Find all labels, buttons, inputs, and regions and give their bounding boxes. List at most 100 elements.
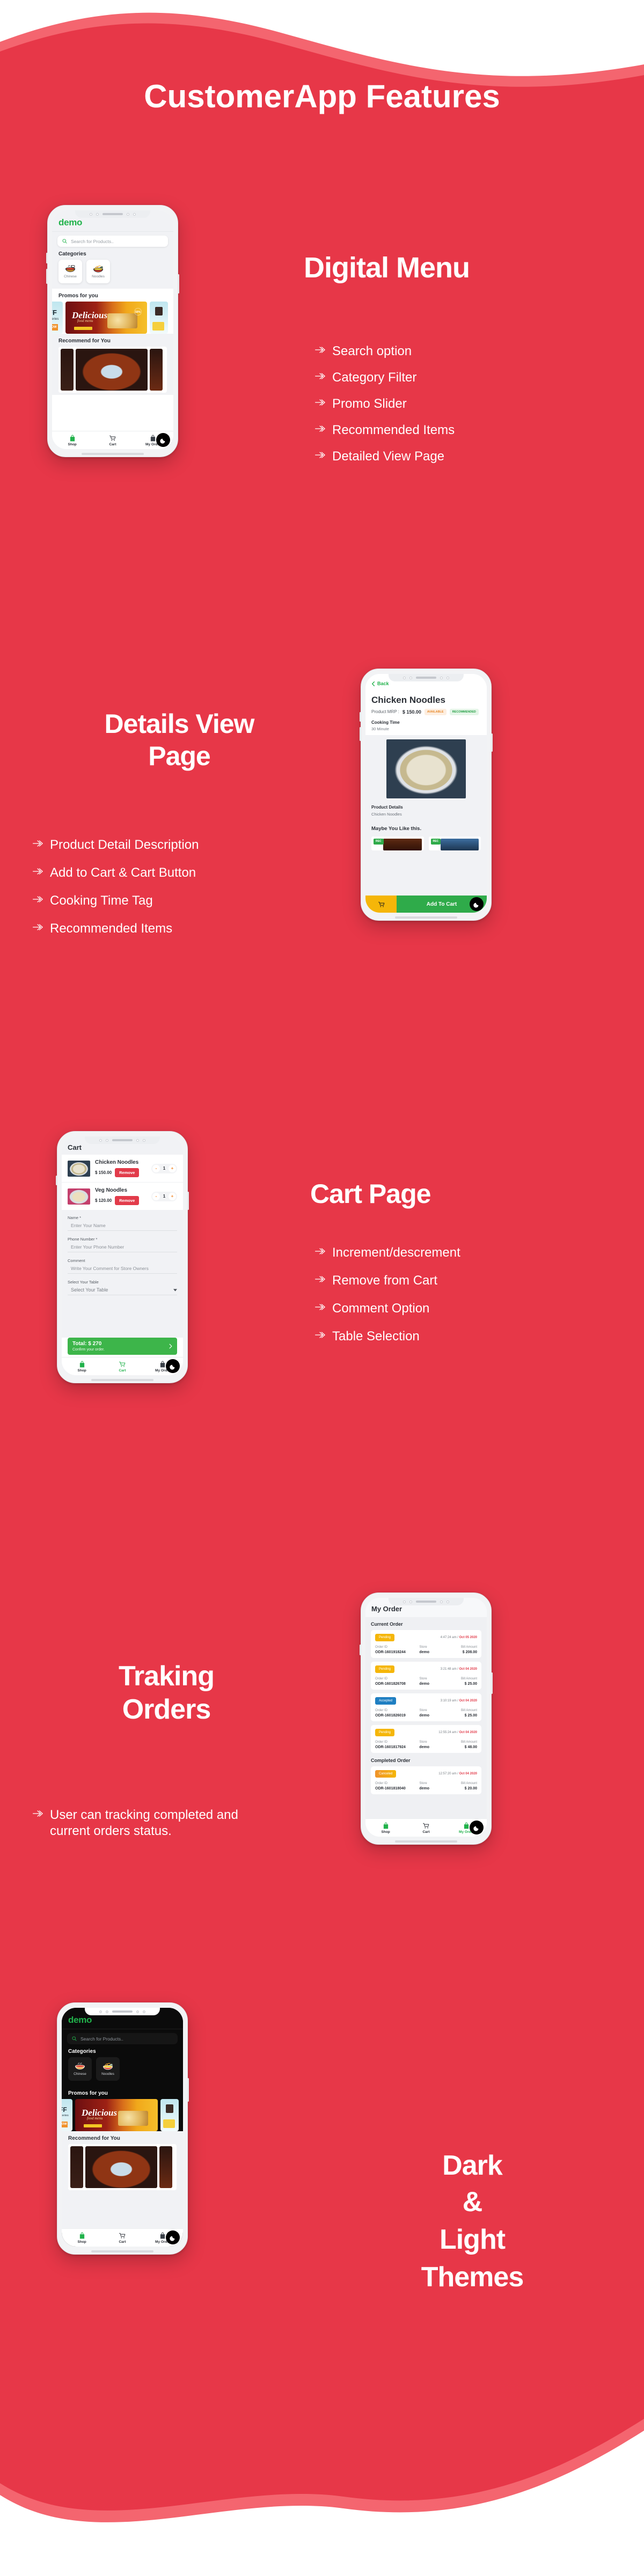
recommended-items-list[interactable] (58, 349, 167, 391)
promo-card-main[interactable]: Delicious food menu 50% (65, 302, 147, 334)
product-image (386, 739, 466, 798)
order-time: 3:21:48 am (440, 1668, 457, 1671)
quantity-stepper[interactable]: - 1 + (151, 1191, 177, 1201)
order-card[interactable]: Pending 4:47:24 am / Oct 05 2020 Order I… (371, 1630, 481, 1658)
shopping-bag-icon (70, 435, 75, 441)
section-title-themes-line1: Dark (442, 2150, 503, 2181)
cart-icon (119, 2233, 126, 2238)
comment-field[interactable]: Write Your Comment for Store Owners (68, 1263, 177, 1274)
promo-banner-sub: food menu (87, 2116, 103, 2120)
noodles-icon (103, 2063, 113, 2070)
remove-button[interactable]: Remove (115, 1196, 140, 1205)
briefcase-icon (160, 2232, 165, 2239)
promo-banner-sub: food menu (77, 319, 93, 323)
phone-notch (84, 1136, 160, 1144)
recommended-item[interactable] (61, 349, 74, 391)
category-card-noodles[interactable]: Noodles (96, 2057, 120, 2081)
col-order-id: Order ID (375, 1709, 388, 1712)
add-to-cart-bar[interactable]: Add To Cart (365, 896, 487, 913)
order-card[interactable]: Canceled 12:57:20 am / Oct 04 2020 Order… (371, 1766, 481, 1794)
recommended-items-list[interactable] (68, 2146, 177, 2188)
search-input[interactable]: Search for Products.. (67, 2033, 178, 2044)
noodles-icon (93, 265, 104, 273)
recommended-item[interactable] (150, 349, 163, 391)
tab-cart[interactable]: Cart (102, 2232, 142, 2244)
decrement-button[interactable]: - (152, 1164, 160, 1172)
tab-shop[interactable]: Shop (62, 2232, 102, 2244)
promo-slider[interactable]: FF oceries NOW Delicious food menu 50% (52, 302, 173, 334)
tab-shop[interactable]: Shop (52, 435, 92, 446)
recommended-card[interactable]: REC (428, 836, 481, 850)
briefcase-icon (151, 435, 156, 441)
category-card-chinese[interactable]: Chinese (68, 2057, 92, 2081)
cart-button[interactable] (365, 896, 397, 913)
theme-toggle-button[interactable] (470, 897, 484, 911)
order-card[interactable]: Accepted 3:10:19 am / Oct 04 2020 Order … (371, 1693, 481, 1721)
feature-label: Search option (332, 344, 412, 358)
order-bill: $ 208.00 (462, 1650, 477, 1654)
col-bill: Bill Amount (460, 1646, 477, 1649)
tab-shop[interactable]: Shop (62, 1361, 102, 1373)
theme-toggle-button[interactable] (166, 2230, 180, 2244)
promo-card-prev[interactable]: FF oceries NOW (52, 302, 63, 334)
back-button[interactable]: Back (371, 681, 481, 686)
field-label: Comment (68, 1258, 85, 1263)
quantity-stepper[interactable]: - 1 + (151, 1163, 177, 1173)
phone-volume-button (360, 727, 361, 741)
increment-button[interactable]: + (169, 1164, 176, 1172)
increment-button[interactable]: + (169, 1192, 176, 1200)
order-card[interactable]: Pending 12:55:24 am / Oct 04 2020 Order … (371, 1725, 481, 1753)
phone-field[interactable]: Enter Your Phone Number (68, 1242, 177, 1252)
tab-cart[interactable]: Cart (92, 435, 133, 446)
feature-label: Table Selection (332, 1329, 420, 1344)
promo-left-text: FF (62, 2106, 67, 2113)
status-badge-available: AVAILABLE (424, 708, 447, 715)
bottom-tabbar-orders[interactable]: Shop Cart My Order (365, 1818, 487, 1837)
theme-toggle-button[interactable] (156, 433, 170, 447)
tab-label: Shop (381, 1830, 390, 1834)
order-id: ODR-1601918244 (375, 1650, 406, 1654)
tab-cart[interactable]: Cart (406, 1822, 446, 1834)
bottom-tabbar-dark-home[interactable]: Shop Cart My Order (62, 2228, 183, 2247)
cart-item-name: Veg Noodles (95, 1187, 128, 1193)
confirm-order-button[interactable]: Total: $ 270 Confirm your order. (68, 1338, 177, 1355)
order-id: ODR-1601817924 (375, 1745, 406, 1749)
order-card[interactable]: Pending 3:21:48 am / Oct 04 2020 Order I… (371, 1662, 481, 1690)
recommended-item[interactable] (76, 349, 148, 391)
section-title-tracking-line2: Orders (122, 1694, 211, 1725)
promo-card-next[interactable] (150, 302, 168, 334)
col-store: Store (419, 1646, 427, 1649)
theme-toggle-button[interactable] (470, 1821, 484, 1834)
cart-item-name: Chicken Noodles (95, 1159, 139, 1165)
recommend-heading: Recommend for You (58, 338, 111, 344)
order-time: 3:10:19 am (440, 1699, 457, 1702)
order-store: demo (419, 1787, 429, 1790)
tab-cart[interactable]: Cart (102, 1361, 142, 1373)
theme-toggle-button[interactable] (166, 1359, 180, 1373)
recommended-item[interactable] (70, 2146, 83, 2188)
recommended-item[interactable] (85, 2146, 157, 2188)
shopping-bag-icon (383, 1822, 388, 1829)
category-card-noodles[interactable]: Noodles (86, 260, 110, 283)
search-placeholder-text: Search for Products.. (71, 238, 114, 244)
bottom-tabbar-home[interactable]: Shop Cart My Order (52, 431, 173, 449)
table-select[interactable]: Select Your Table (71, 1287, 173, 1293)
mrp-value: $ 150.00 (402, 709, 421, 715)
recommended-card[interactable]: REC (371, 836, 424, 850)
category-card-chinese[interactable]: Chinese (58, 260, 82, 283)
search-input[interactable]: Search for Products.. (57, 236, 168, 247)
tab-shop[interactable]: Shop (365, 1822, 406, 1834)
promo-card-main[interactable]: Delicious food menu (75, 2099, 158, 2131)
remove-button[interactable]: Remove (115, 1168, 140, 1177)
back-label: Back (377, 681, 389, 686)
phone-mockup-details: Back Chicken Noodles Product MRP : $ 150… (360, 669, 493, 921)
promo-card-prev[interactable]: FF oceries NOW (62, 2099, 72, 2131)
current-order-heading: Current Order (371, 1621, 403, 1627)
feature-list-details-view: Product Detail Description Add to Cart &… (32, 837, 343, 947)
promo-slider[interactable]: FF oceries NOW Delicious food menu (62, 2099, 183, 2131)
decrement-button[interactable]: - (152, 1192, 160, 1200)
promo-card-next[interactable] (160, 2099, 179, 2131)
name-field[interactable]: Enter Your Name (68, 1220, 177, 1231)
bottom-tabbar-cart[interactable]: Shop Cart My Order (62, 1357, 183, 1375)
recommended-item[interactable] (159, 2146, 172, 2188)
